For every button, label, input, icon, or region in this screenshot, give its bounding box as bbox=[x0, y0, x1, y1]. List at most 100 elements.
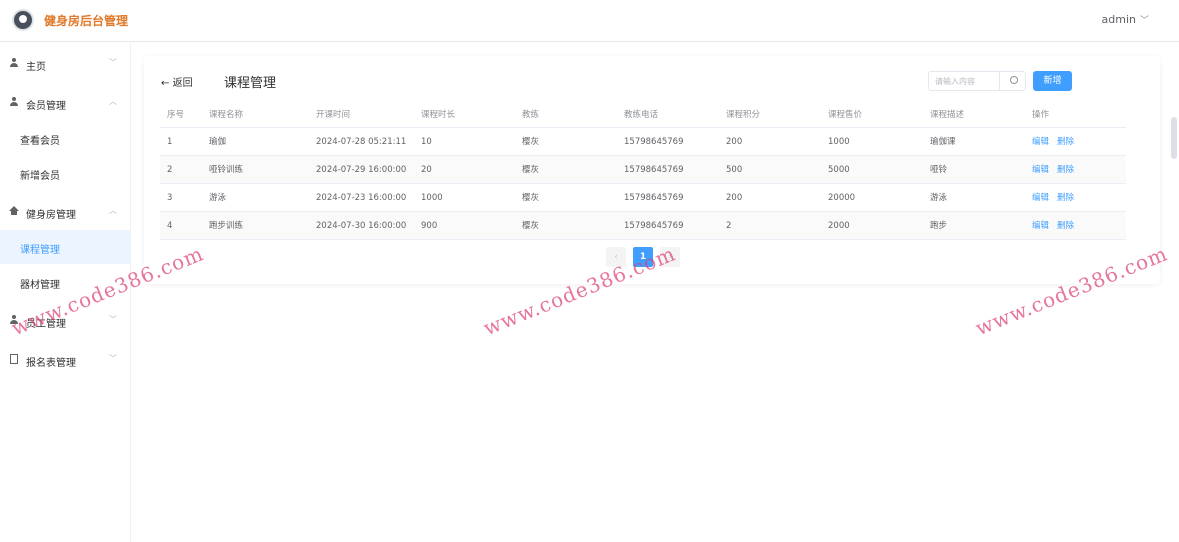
delete-button[interactable]: 删除 bbox=[1057, 221, 1074, 231]
column-header: 教练 bbox=[522, 110, 540, 120]
table-cell: 瑜伽课 bbox=[930, 137, 956, 147]
chevron-down-icon: ﹀ bbox=[109, 354, 117, 363]
person-icon bbox=[9, 58, 20, 69]
table-cell: 200 bbox=[726, 137, 743, 147]
column-header: 序号 bbox=[167, 110, 185, 120]
sidebar-item-view-members[interactable]: 查看会员 bbox=[0, 121, 131, 155]
column-header: 开课时间 bbox=[316, 110, 351, 120]
sidebar-item-label: 主页 bbox=[26, 62, 46, 73]
scrollbar[interactable] bbox=[1171, 117, 1177, 159]
chevron-down-icon: ﹀ bbox=[109, 58, 117, 67]
app-title: 健身房后台管理 bbox=[44, 14, 129, 28]
sidebar-item-label: 会员管理 bbox=[26, 101, 66, 112]
sidebar-item-registrations[interactable]: 报名表管理 ﹀ bbox=[0, 345, 131, 375]
table-cell: 樱灰 bbox=[522, 221, 540, 231]
table-cell: 游泳 bbox=[930, 193, 948, 203]
sidebar-item-members[interactable]: 会员管理 ︿ bbox=[0, 88, 131, 118]
search-box bbox=[928, 71, 1026, 91]
table-cell: 跑步 bbox=[930, 221, 948, 231]
delete-button[interactable]: 删除 bbox=[1057, 193, 1074, 203]
back-button[interactable]: ← 返回 bbox=[161, 74, 193, 89]
table-cell: 2024-07-30 16:00:00 bbox=[316, 221, 407, 231]
table-cell: 瑜伽 bbox=[209, 137, 227, 147]
logo-icon bbox=[12, 9, 34, 31]
column-header: 教练电话 bbox=[624, 110, 659, 120]
table-cell: 15798645769 bbox=[624, 193, 684, 203]
table-cell: 1 bbox=[167, 137, 173, 147]
table-cell: 游泳 bbox=[209, 193, 227, 203]
back-label: 返回 bbox=[172, 78, 193, 89]
row-actions: 编辑 删除 bbox=[1032, 156, 1082, 183]
chevron-down-icon[interactable]: ﹀ bbox=[1140, 13, 1149, 26]
edit-button[interactable]: 编辑 bbox=[1032, 193, 1049, 203]
sidebar-item-label: 课程管理 bbox=[20, 245, 60, 256]
table-cell: 樱灰 bbox=[522, 165, 540, 175]
home-icon bbox=[9, 206, 20, 217]
table-cell: 15798645769 bbox=[624, 221, 684, 231]
table-cell: 4 bbox=[167, 221, 173, 231]
table-header: 序号 课程名称 开课时间 课程时长 教练 教练电话 课程积分 课程售价 课程描述… bbox=[160, 102, 1126, 128]
table-row: 2 哑铃训练 2024-07-29 16:00:00 20 樱灰 1579864… bbox=[160, 156, 1126, 184]
column-header: 课程积分 bbox=[726, 110, 761, 120]
table-row: 3 游泳 2024-07-23 16:00:00 1000 樱灰 1579864… bbox=[160, 184, 1126, 212]
table-cell: 20000 bbox=[828, 193, 856, 203]
table-cell: 900 bbox=[421, 221, 438, 231]
column-header: 课程时长 bbox=[421, 110, 456, 120]
table-cell: 200 bbox=[726, 193, 743, 203]
sidebar-item-label: 健身房管理 bbox=[26, 210, 76, 221]
delete-button[interactable]: 删除 bbox=[1057, 165, 1074, 175]
delete-button[interactable]: 删除 bbox=[1057, 137, 1074, 147]
table-cell: 5000 bbox=[828, 165, 850, 175]
table-row: 1 瑜伽 2024-07-28 05:21:11 10 樱灰 157986457… bbox=[160, 128, 1126, 156]
column-header: 操作 bbox=[1032, 110, 1050, 120]
table-cell: 3 bbox=[167, 193, 173, 203]
column-header: 课程售价 bbox=[828, 110, 863, 120]
add-course-button[interactable]: 新增 bbox=[1033, 71, 1072, 91]
table-cell: 500 bbox=[726, 165, 743, 175]
sidebar-item-add-member[interactable]: 新增会员 bbox=[0, 156, 131, 190]
table-cell: 2000 bbox=[828, 221, 850, 231]
top-header: 健身房后台管理 admin ﹀ bbox=[0, 0, 1179, 42]
table-cell: 20 bbox=[421, 165, 432, 175]
row-actions: 编辑 删除 bbox=[1032, 128, 1082, 155]
sidebar-item-courses[interactable]: 课程管理 bbox=[0, 230, 131, 264]
chevron-up-icon: ︿ bbox=[109, 206, 117, 215]
column-header: 课程名称 bbox=[209, 110, 244, 120]
search-icon[interactable] bbox=[999, 72, 1026, 90]
chevron-up-icon: ︿ bbox=[109, 97, 117, 106]
table-cell: 2024-07-23 16:00:00 bbox=[316, 193, 407, 203]
table-cell: 2024-07-28 05:21:11 bbox=[316, 137, 407, 147]
user-menu[interactable]: admin ﹀ bbox=[1102, 13, 1149, 26]
table-cell: 2 bbox=[167, 165, 173, 175]
chevron-down-icon: ﹀ bbox=[109, 315, 117, 324]
table-row: 4 跑步训练 2024-07-30 16:00:00 900 樱灰 157986… bbox=[160, 212, 1126, 240]
username[interactable]: admin bbox=[1102, 13, 1136, 26]
edit-button[interactable]: 编辑 bbox=[1032, 221, 1049, 231]
page-title: 课程管理 bbox=[224, 76, 277, 91]
column-header: 课程描述 bbox=[930, 110, 965, 120]
sidebar-item-label: 报名表管理 bbox=[26, 358, 76, 369]
table-cell: 15798645769 bbox=[624, 137, 684, 147]
arrow-left-icon: ← bbox=[161, 78, 170, 89]
sidebar-item-gym[interactable]: 健身房管理 ︿ bbox=[0, 197, 131, 227]
table-cell: 哑铃训练 bbox=[209, 165, 244, 175]
sidebar-item-label: 新增会员 bbox=[20, 171, 60, 182]
table-cell: 樱灰 bbox=[522, 137, 540, 147]
person-icon bbox=[9, 97, 20, 108]
table-cell: 跑步训练 bbox=[209, 221, 244, 231]
row-actions: 编辑 删除 bbox=[1032, 184, 1082, 211]
sidebar-item-label: 查看会员 bbox=[20, 136, 60, 147]
table-cell: 1000 bbox=[828, 137, 850, 147]
edit-button[interactable]: 编辑 bbox=[1032, 137, 1049, 147]
table-cell: 1000 bbox=[421, 193, 443, 203]
edit-button[interactable]: 编辑 bbox=[1032, 165, 1049, 175]
table-cell: 15798645769 bbox=[624, 165, 684, 175]
search-input[interactable] bbox=[935, 75, 995, 87]
sidebar-item-home[interactable]: 主页 ﹀ bbox=[0, 49, 131, 79]
table-cell: 2 bbox=[726, 221, 732, 231]
document-icon bbox=[9, 354, 20, 365]
table-cell: 2024-07-29 16:00:00 bbox=[316, 165, 407, 175]
table-cell: 10 bbox=[421, 137, 432, 147]
courses-table: 序号 课程名称 开课时间 课程时长 教练 教练电话 课程积分 课程售价 课程描述… bbox=[160, 102, 1126, 240]
row-actions: 编辑 删除 bbox=[1032, 212, 1082, 239]
